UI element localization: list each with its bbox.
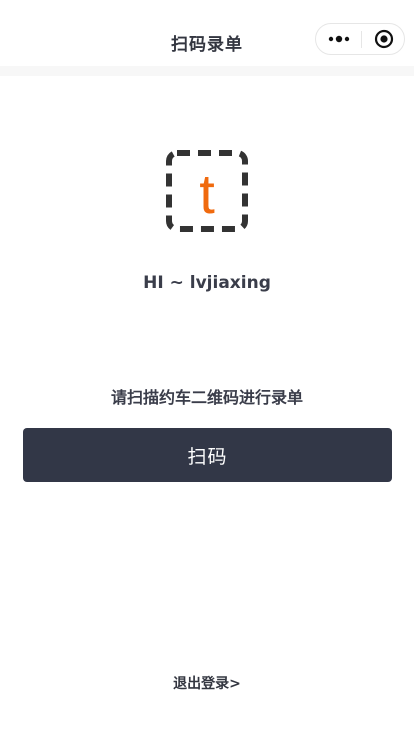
user-greeting: HI ~ lvjiaxing — [143, 273, 271, 293]
more-button[interactable] — [316, 24, 361, 54]
scan-instruction: 请扫描约车二维码进行录单 — [110, 388, 303, 407]
navigation-bar: 扫码录单 — [0, 0, 414, 66]
menu-capsule — [315, 23, 405, 55]
scan-button-label: 扫码 — [187, 445, 228, 468]
scan-button[interactable]: 扫码 — [23, 428, 392, 482]
logo-letter: t — [199, 162, 215, 225]
dashed-frame-t-logo-icon: t — [166, 150, 248, 232]
header-divider-band — [0, 66, 414, 76]
target-close-icon — [374, 29, 393, 49]
app-logo: t — [165, 149, 249, 233]
close-miniprogram-button[interactable] — [362, 24, 405, 54]
logout-link[interactable]: 退出登录> — [0, 673, 414, 693]
more-dots-icon — [328, 35, 349, 43]
